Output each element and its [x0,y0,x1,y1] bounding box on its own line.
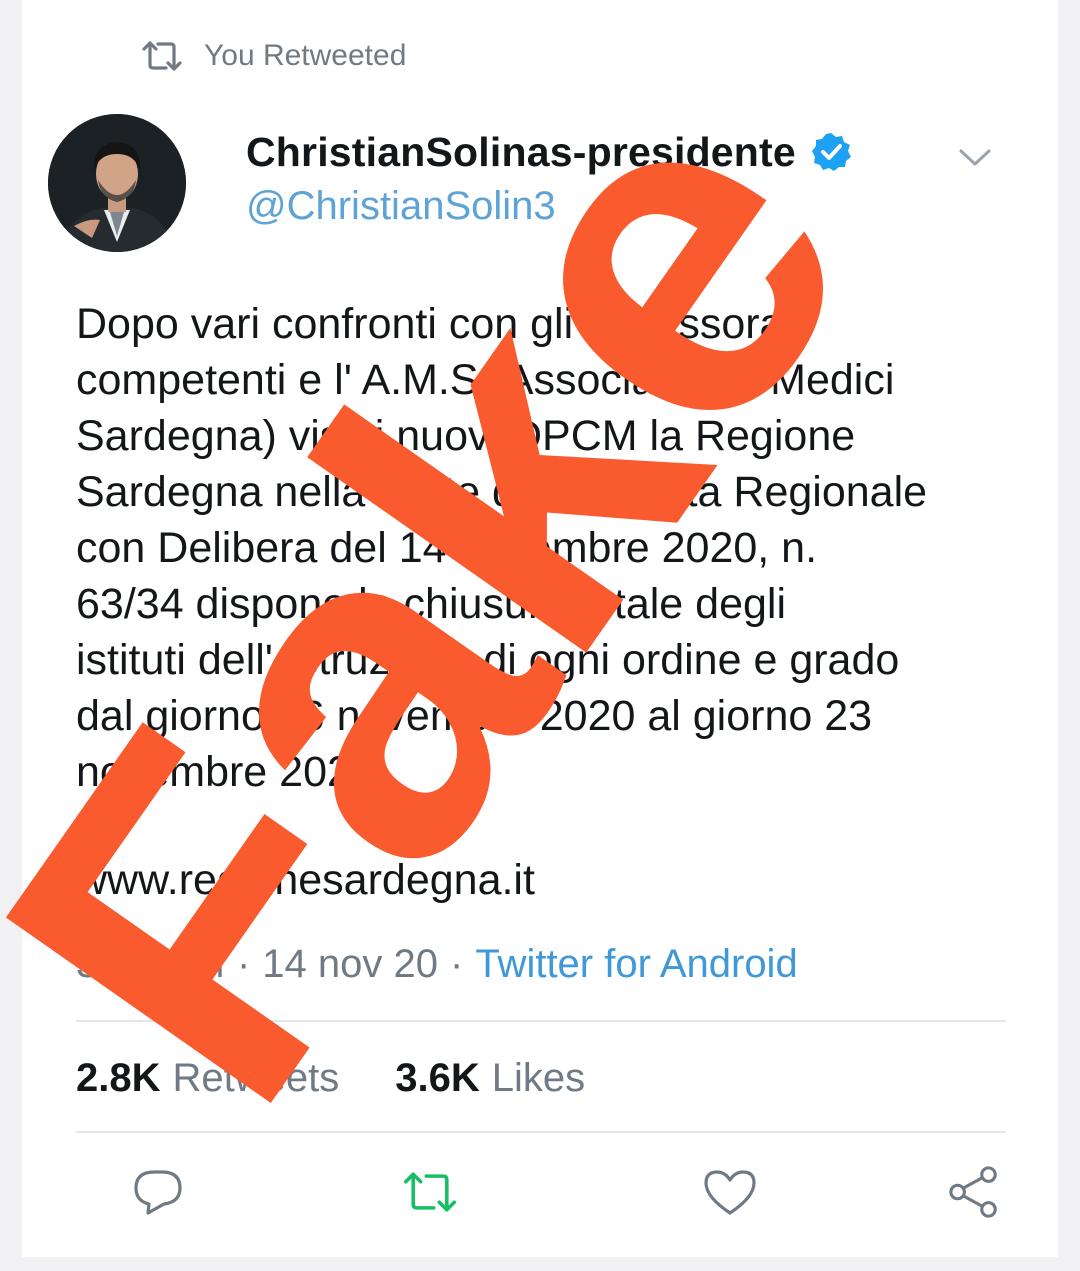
retweet-button[interactable] [402,1162,458,1222]
retweets-stat[interactable]: 2.8K Retweets [76,1056,339,1101]
verified-badge-icon [811,133,851,171]
tweet-time: 3:08 PM [76,942,225,986]
reply-icon [134,1170,182,1215]
retweet-icon [403,1172,457,1212]
like-button[interactable] [702,1162,758,1222]
share-button[interactable] [946,1162,1002,1222]
author-name[interactable]: ChristianSolinas-presidente [246,129,796,176]
tweet-line: con Delibera del 14 novembre 2020, n. [76,524,818,572]
meta-separator: · [450,942,464,986]
like-icon [704,1170,756,1215]
tweet-text: Dopo vari confronti con gli Assessorati … [76,296,1036,800]
likes-count: 3.6K [395,1056,480,1100]
tweet-line: Dopo vari confronti con gli Assessorati [76,300,805,348]
right-edge [1058,0,1080,1271]
left-edge [0,0,22,1271]
tweet-line: novembre 2020. [76,748,387,796]
bottom-edge [0,1257,1080,1271]
likes-label: Likes [491,1056,586,1100]
tweet-line: competenti e l' A.M.S.(Associazione Medi… [76,356,895,404]
tweet-line: dal giorno 16 novembre 2020 al giorno 23 [76,692,873,740]
divider [76,1020,1006,1022]
divider [76,1131,1006,1133]
tweet-line: Sardegna) visti i nuovi DPCM la Regione [76,412,856,460]
tweet-line: Sardegna nella veste della Giunta Region… [76,468,928,516]
meta-separator: · [236,942,251,986]
author-name-row[interactable]: ChristianSolinas-presidente [246,124,852,180]
tweet-stats: 2.8K Retweets 3.6K Likes [76,1056,585,1101]
avatar-photo [48,114,186,252]
retweet-icon [142,41,182,71]
chevron-down-icon[interactable] [955,143,995,171]
author-handle[interactable]: @ChristianSolin3 [246,184,556,229]
retweets-label: Retweets [172,1056,340,1100]
tweet-line: 63/34 dispone la chiusura totale degli [76,580,787,628]
tweet-date: 14 nov 20 [262,942,438,986]
retweets-count: 2.8K [76,1056,161,1100]
tweet-line: istituti dell' Istruzione di ogni ordine… [76,636,900,684]
tweet-url[interactable]: www.regionesardegna.it [76,856,535,905]
tweet-detail-screen: You Retweeted ChristianSolinas-president… [0,0,1080,1271]
tweet-meta: 3:08 PM · 14 nov 20 · Twitter for Androi… [76,942,798,987]
avatar[interactable] [48,114,186,252]
reply-button[interactable] [130,1162,186,1222]
tweet-source[interactable]: Twitter for Android [475,942,797,987]
retweet-banner: You Retweeted [142,36,406,76]
retweet-banner-text: You Retweeted [204,39,407,72]
share-icon [949,1166,997,1218]
likes-stat[interactable]: 3.6K Likes [395,1056,585,1101]
